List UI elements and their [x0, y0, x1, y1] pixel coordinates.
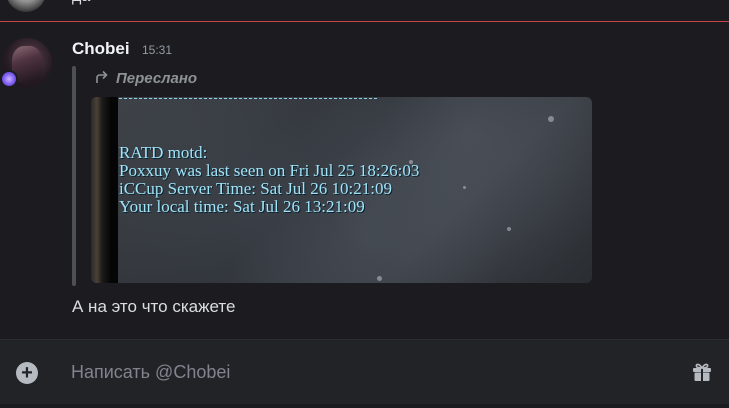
message-timestamp: 15:31: [142, 43, 173, 57]
message-input[interactable]: [71, 360, 661, 384]
screenshot-line: RATD motd:: [119, 143, 208, 162]
previous-message-text: да: [72, 0, 90, 6]
screenshot-text: RATD motd: Poxxuy was last seen on Fri J…: [119, 144, 419, 216]
embedded-screenshot[interactable]: RATD motd: Poxxuy was last seen on Fri J…: [91, 97, 592, 283]
snowflake: [377, 276, 382, 281]
bottom-border: [0, 404, 729, 408]
message-composer: +: [0, 340, 729, 404]
screenshot-line: Poxxuy was last seen on Fri Jul 25 18:26…: [119, 161, 420, 180]
screenshot-dashed-rule: [119, 98, 377, 99]
screenshot-line: Your local time: Sat Jul 26 13:21:09: [119, 197, 365, 216]
forward-quote-bar: [72, 66, 76, 286]
screenshot-edge-shadow: [111, 97, 118, 283]
forward-arrow-icon: [94, 69, 110, 89]
snowflake: [463, 186, 466, 189]
screenshot-left-edge: [91, 97, 111, 283]
screenshot-line: iCCup Server Time: Sat Jul 26 10:21:09: [119, 179, 392, 198]
message-text: А на это что скажете: [72, 297, 236, 316]
gift-icon[interactable]: [690, 360, 714, 384]
plus-circle-icon[interactable]: +: [16, 362, 38, 384]
avatar-decoration-icon: [2, 72, 16, 86]
previous-message: да: [0, 0, 729, 22]
message: Chobei 15:31 Переслано RATD motd: Poxxuy…: [0, 22, 729, 340]
avatar[interactable]: [6, 0, 46, 12]
author-name[interactable]: Chobei: [72, 39, 130, 59]
snowflake: [548, 116, 554, 122]
forwarded-label: Переслано: [116, 70, 198, 87]
snowflake: [507, 227, 511, 231]
